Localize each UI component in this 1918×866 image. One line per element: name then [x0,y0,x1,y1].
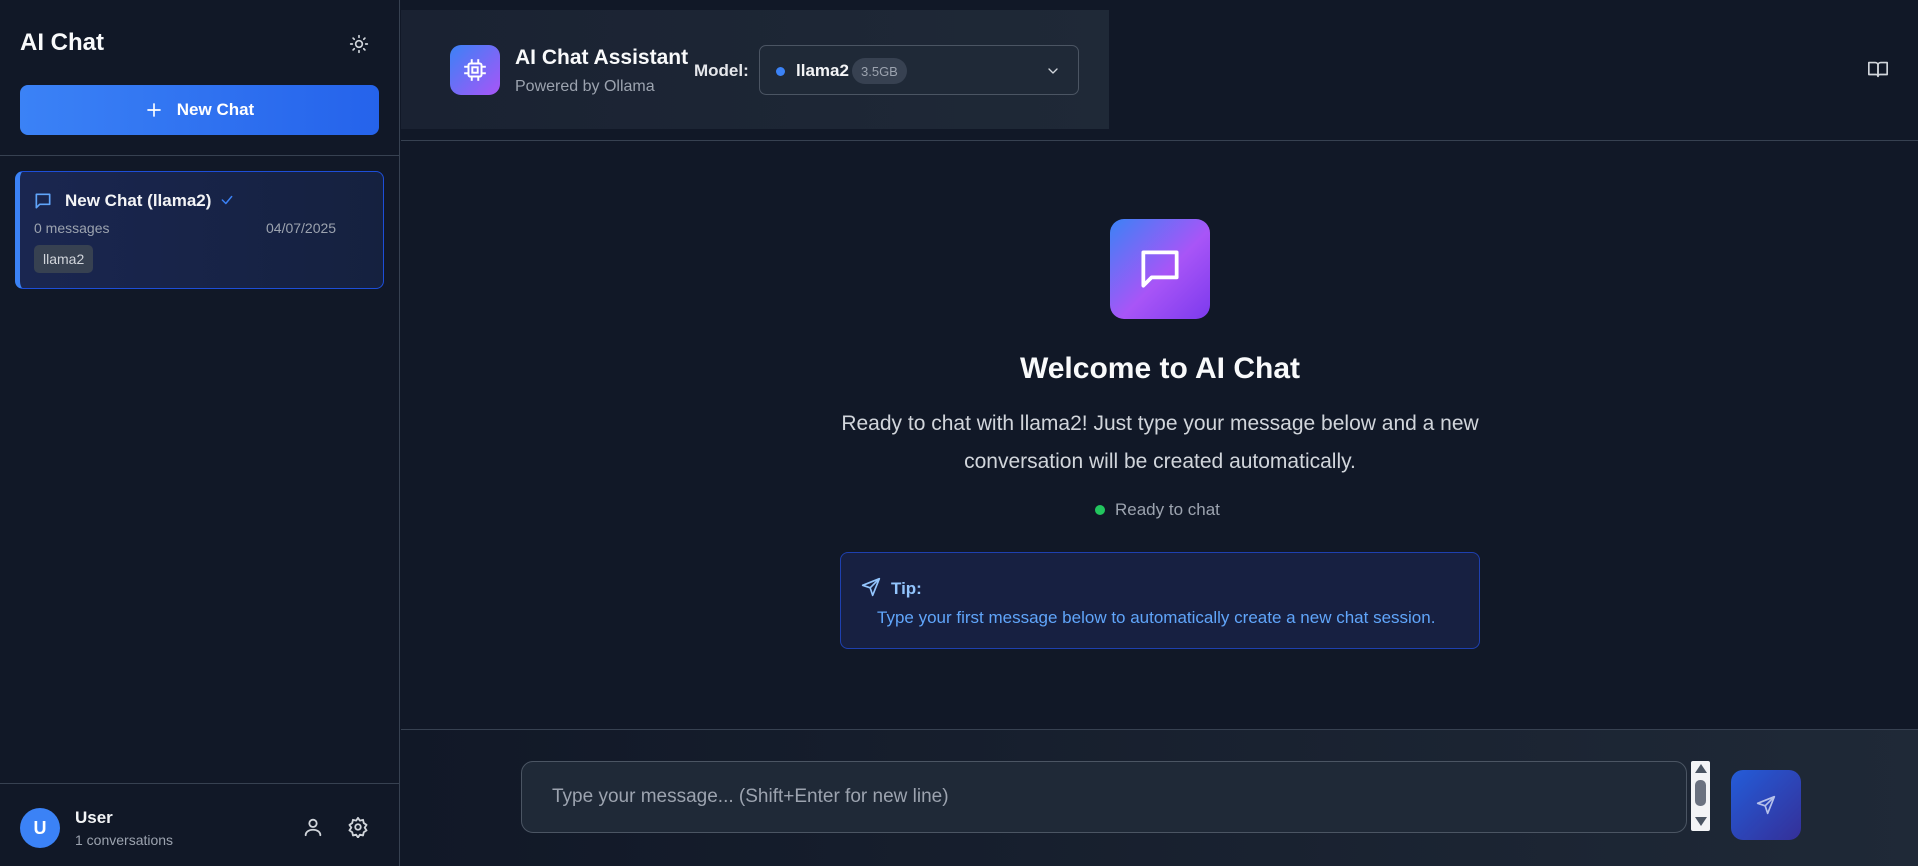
sun-icon [349,34,369,54]
new-chat-label: New Chat [176,100,255,119]
model-label: Model: [694,61,749,80]
app-subtitle: Powered by Ollama [515,78,655,95]
profile-button[interactable] [302,816,326,840]
send-icon [1756,795,1776,815]
user-conversation-count: 1 conversations [75,832,174,848]
chevron-down-icon [1045,63,1061,79]
message-square-icon [33,191,53,211]
sidebar-title: AI Chat [20,29,104,56]
tip-box: Tip: Type your first message below to au… [840,552,1480,649]
welcome-chat-logo [1110,219,1210,319]
sidebar: AI Chat New Chat New Chat (llama2) 0 mes… [0,0,400,866]
app-title: AI Chat Assistant [515,46,689,69]
chat-list-item[interactable]: New Chat (llama2) 0 messages 04/07/2025 … [15,171,384,289]
chat-message-count: 0 messages [34,220,110,236]
scroll-down-arrow[interactable] [1695,817,1707,826]
sidebar-footer-divider [0,783,399,784]
header-panel: AI Chat Assistant Powered by Ollama Mode… [401,10,1109,129]
status-text: Ready to chat [1115,500,1220,519]
model-select[interactable]: llama2 3.5GB [759,45,1079,95]
tip-text: Type your first message below to automat… [877,608,1436,627]
send-icon [861,577,881,597]
chat-date: 04/07/2025 [266,220,337,236]
docs-button[interactable] [1867,58,1891,82]
check-icon [220,193,234,207]
input-scrollbar[interactable] [1691,761,1710,831]
new-chat-button[interactable]: New Chat [20,85,379,135]
plus-icon [145,101,163,119]
chat-title: New Chat (llama2) [65,191,212,210]
avatar: U [20,808,60,848]
scroll-thumb[interactable] [1695,780,1706,806]
user-name: User [75,808,113,827]
composer-area: Type your message... (Shift+Enter for ne… [401,729,1918,866]
settings-button[interactable] [347,816,371,840]
chat-model-badge: llama2 [34,245,94,273]
chat-header: AI Chat Assistant Powered by Ollama Mode… [401,0,1918,141]
gear-icon [347,816,371,838]
tip-label: Tip: [891,579,922,598]
message-input[interactable]: Type your message... (Shift+Enter for ne… [521,761,1687,833]
status-indicator: Ready to chat [1095,500,1220,520]
welcome-description: Ready to chat with llama2! Just type you… [841,412,1479,473]
model-name: llama2 [796,61,849,80]
status-dot [1095,505,1105,515]
user-icon [302,816,326,838]
message-square-icon [1135,244,1185,294]
model-status-dot [776,67,785,76]
theme-toggle-button[interactable] [346,31,372,57]
sidebar-divider [0,155,399,156]
cpu-icon [462,57,488,83]
send-button[interactable] [1731,770,1801,840]
cpu-logo [450,45,500,95]
book-open-icon [1867,58,1891,80]
scroll-up-arrow[interactable] [1695,764,1707,773]
model-size-badge: 3.5GB [852,58,907,84]
welcome-title: Welcome to AI Chat [1019,352,1301,385]
